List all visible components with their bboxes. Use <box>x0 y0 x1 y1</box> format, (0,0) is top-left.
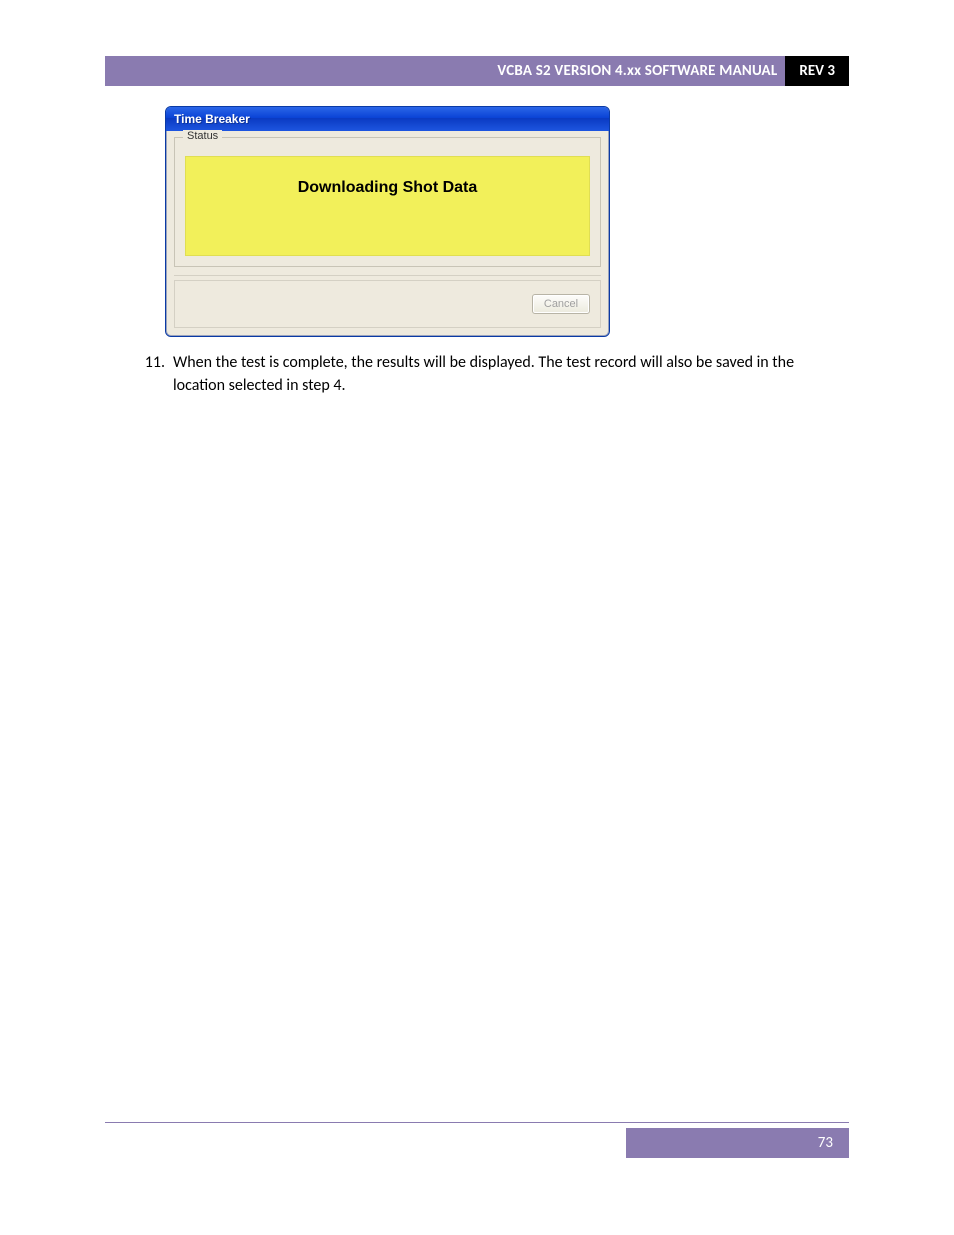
cancel-button[interactable]: Cancel <box>532 294 590 314</box>
divider <box>174 275 601 276</box>
page-content: VCBA S2 VERSION 4.xx SOFTWARE MANUAL REV… <box>105 56 849 397</box>
step-number: 11. <box>105 351 173 397</box>
footer-bar: 73 <box>626 1128 849 1158</box>
header-rev: REV 3 <box>785 56 849 86</box>
step-11: 11. When the test is complete, the resul… <box>105 351 849 397</box>
step-text: When the test is complete, the results w… <box>173 351 849 397</box>
header-title: VCBA S2 VERSION 4.xx SOFTWARE MANUAL <box>105 56 785 86</box>
status-message: Downloading Shot Data <box>298 179 478 197</box>
button-row: Cancel <box>174 280 601 328</box>
dialog-titlebar: Time Breaker <box>166 107 609 131</box>
status-panel: Downloading Shot Data <box>185 156 590 256</box>
time-breaker-dialog: Time Breaker Status Downloading Shot Dat… <box>165 106 610 337</box>
dialog-title: Time Breaker <box>174 112 250 126</box>
status-legend: Status <box>183 130 222 142</box>
dialog-body: Status Downloading Shot Data Cancel <box>166 131 609 336</box>
footer-divider <box>105 1122 849 1123</box>
dialog-screenshot: Time Breaker Status Downloading Shot Dat… <box>165 106 610 337</box>
header-bar: VCBA S2 VERSION 4.xx SOFTWARE MANUAL REV… <box>105 56 849 86</box>
status-fieldset: Status Downloading Shot Data <box>174 137 601 267</box>
page-number: 73 <box>818 1134 833 1152</box>
